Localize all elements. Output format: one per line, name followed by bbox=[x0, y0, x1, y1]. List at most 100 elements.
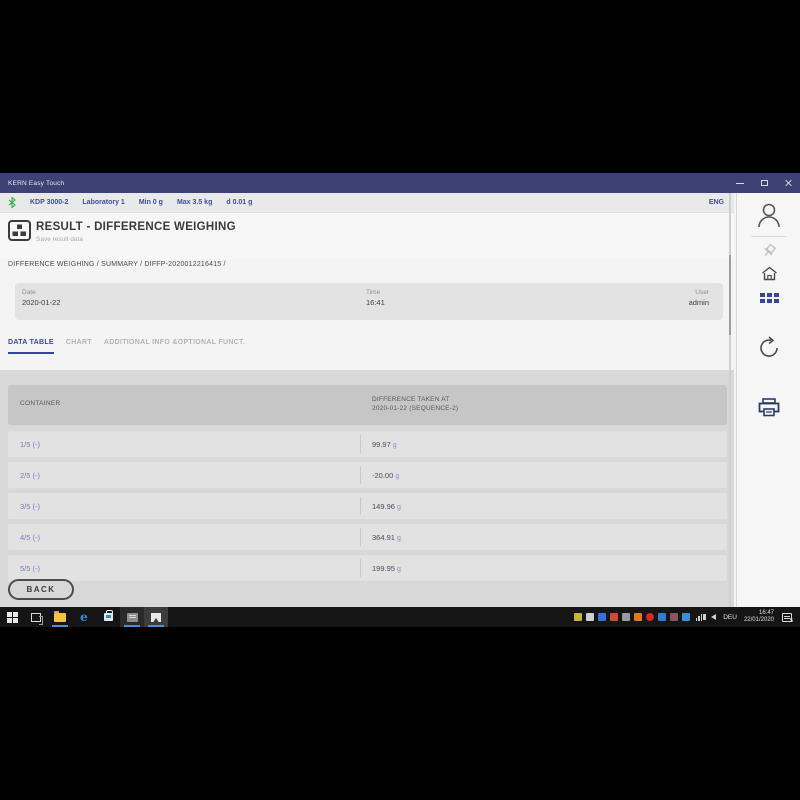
tray-icon[interactable] bbox=[682, 613, 690, 621]
print-button[interactable] bbox=[737, 398, 800, 417]
photos-button[interactable] bbox=[144, 607, 168, 627]
container-cell: 1/5 (-) bbox=[20, 440, 40, 449]
tray-icon[interactable] bbox=[670, 613, 678, 621]
date-value: 2020-01-22 bbox=[22, 298, 60, 307]
clock-time: 16:47 bbox=[744, 610, 774, 617]
tray-icon[interactable] bbox=[622, 613, 630, 621]
column-divider bbox=[360, 435, 361, 453]
maximize-icon bbox=[761, 180, 768, 186]
back-button[interactable]: BACK bbox=[8, 579, 74, 600]
time-label: Time bbox=[366, 289, 385, 296]
difference-header-line2: 2020-01-22 (SEQUENCE-2) bbox=[372, 404, 458, 413]
difference-weighing-icon bbox=[8, 220, 31, 246]
weight-unit: g bbox=[395, 473, 399, 480]
clock[interactable]: 16:47 22/01/2020 bbox=[744, 610, 774, 624]
start-button[interactable] bbox=[0, 607, 24, 627]
weight-unit: g bbox=[397, 566, 401, 573]
tray-icon[interactable] bbox=[598, 613, 606, 621]
column-divider bbox=[360, 528, 361, 546]
app-window-button[interactable] bbox=[120, 607, 144, 627]
page-header: RESULT - DIFFERENCE WEIGHING Save result… bbox=[0, 213, 734, 259]
pin-button[interactable] bbox=[737, 243, 800, 259]
table-row[interactable]: 3/5 (-) 149.96g bbox=[8, 493, 727, 519]
device-name[interactable]: KDP 3000-2 bbox=[30, 199, 68, 206]
app-window: KERN Easy Touch KDP 3000-2 Laboratory 1 … bbox=[0, 173, 800, 627]
edge-icon: e bbox=[80, 610, 88, 624]
weight-value: 149.96 bbox=[372, 502, 395, 511]
device-toolbar: KDP 3000-2 Laboratory 1 Min 0 g Max 3.5 … bbox=[0, 193, 734, 213]
container-column-header: CONTAINER bbox=[20, 400, 61, 407]
windows-logo-icon bbox=[7, 612, 18, 623]
tray-icon[interactable] bbox=[634, 613, 642, 621]
menu-button[interactable] bbox=[737, 293, 800, 303]
scrollbar[interactable] bbox=[729, 193, 731, 607]
volume-icon[interactable] bbox=[711, 614, 716, 620]
page-title: RESULT - DIFFERENCE WEIGHING bbox=[36, 221, 236, 233]
value-cell: 149.96g bbox=[372, 502, 401, 511]
edge-button[interactable]: e bbox=[72, 607, 96, 627]
page-subtitle: Save result data bbox=[36, 236, 83, 243]
tray-icon[interactable] bbox=[574, 613, 582, 621]
minimize-button[interactable] bbox=[728, 173, 752, 193]
file-explorer-button[interactable] bbox=[48, 607, 72, 627]
date-cell: Date 2020-01-22 bbox=[22, 289, 60, 307]
taskbar-apps: e bbox=[0, 607, 168, 627]
table-row[interactable]: 2/5 (-) -20.00g bbox=[8, 462, 727, 488]
table-header: CONTAINER DIFFERENCE TAKEN AT 2020-01-22… bbox=[8, 385, 727, 425]
tray-icon[interactable] bbox=[610, 613, 618, 621]
difference-column-header: DIFFERENCE TAKEN AT 2020-01-22 (SEQUENCE… bbox=[372, 395, 458, 413]
close-icon bbox=[784, 179, 792, 187]
tab-additional-info[interactable]: ADDITIONAL INFO &OPTIONAL FUNCT. bbox=[104, 339, 245, 354]
close-button[interactable] bbox=[776, 173, 800, 193]
store-bag-icon bbox=[104, 613, 113, 621]
tray-icon[interactable] bbox=[646, 613, 654, 621]
container-cell: 4/5 (-) bbox=[20, 533, 40, 542]
home-button[interactable] bbox=[737, 266, 800, 281]
bluetooth-tray-icon[interactable] bbox=[658, 613, 666, 621]
weight-unit: g bbox=[397, 504, 401, 511]
result-info-card: Date 2020-01-22 Time 16:41 User admin bbox=[15, 283, 723, 320]
table-row[interactable]: 5/5 (-) 199.95g bbox=[8, 555, 727, 581]
scrollbar-thumb[interactable] bbox=[729, 255, 731, 335]
difference-header-line1: DIFFERENCE TAKEN AT bbox=[372, 395, 458, 404]
user-profile-button[interactable] bbox=[737, 200, 800, 230]
location-name[interactable]: Laboratory 1 bbox=[82, 199, 124, 206]
task-view-icon bbox=[31, 613, 41, 622]
window-controls bbox=[728, 173, 800, 193]
printer-icon bbox=[758, 398, 780, 417]
language-selector[interactable]: ENG bbox=[709, 199, 724, 206]
action-center-icon[interactable]: 5 bbox=[782, 613, 792, 622]
readability: d 0.01 g bbox=[226, 199, 252, 206]
tray-icon[interactable] bbox=[586, 613, 594, 621]
value-cell: -20.00g bbox=[372, 471, 399, 480]
language-indicator[interactable]: DEU bbox=[723, 614, 737, 621]
clock-date: 22/01/2020 bbox=[744, 617, 774, 624]
container-cell: 3/5 (-) bbox=[20, 502, 40, 511]
container-cell: 2/5 (-) bbox=[20, 471, 40, 480]
bluetooth-icon[interactable] bbox=[8, 197, 16, 208]
store-button[interactable] bbox=[96, 607, 120, 627]
app-window-icon bbox=[127, 613, 138, 622]
sidebar-divider bbox=[751, 236, 787, 237]
container-cell: 5/5 (-) bbox=[20, 564, 40, 573]
refresh-icon bbox=[756, 335, 782, 361]
right-sidebar bbox=[736, 193, 800, 607]
min-capacity: Min 0 g bbox=[139, 199, 163, 206]
maximize-button[interactable] bbox=[752, 173, 776, 193]
task-view-button[interactable] bbox=[24, 607, 48, 627]
minimize-icon bbox=[736, 183, 744, 184]
column-divider bbox=[360, 466, 361, 484]
windows-taskbar: e DEU 16:47 22/01/2020 5 bbox=[0, 607, 800, 627]
column-divider bbox=[360, 497, 361, 515]
network-icon[interactable] bbox=[695, 614, 703, 621]
column-divider bbox=[360, 559, 361, 577]
tab-data-table[interactable]: DATA TABLE bbox=[8, 339, 54, 354]
window-titlebar: KERN Easy Touch bbox=[0, 173, 800, 193]
home-icon bbox=[761, 266, 778, 281]
tab-chart[interactable]: CHART bbox=[66, 339, 92, 354]
table-row[interactable]: 1/5 (-) 99.97g bbox=[8, 431, 727, 457]
table-row[interactable]: 4/5 (-) 364.91g bbox=[8, 524, 727, 550]
refresh-button[interactable] bbox=[737, 335, 800, 361]
user-label: User bbox=[689, 289, 709, 296]
main-content: KDP 3000-2 Laboratory 1 Min 0 g Max 3.5 … bbox=[0, 193, 734, 607]
